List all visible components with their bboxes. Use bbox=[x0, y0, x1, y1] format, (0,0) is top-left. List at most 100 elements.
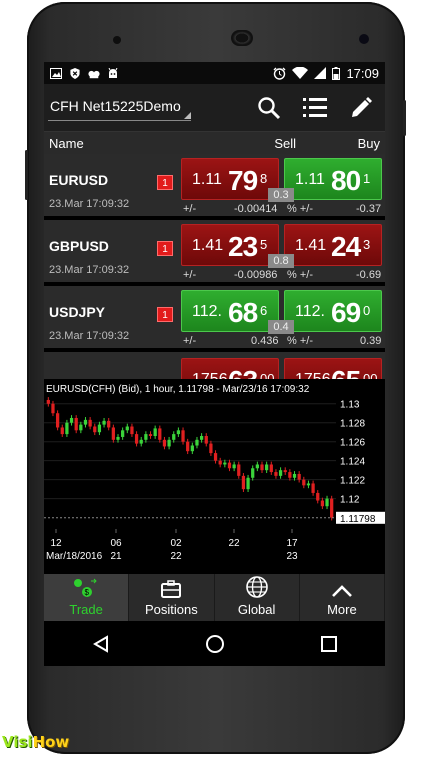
column-buy[interactable]: Buy bbox=[310, 136, 380, 151]
buy-price-prefix: 112. bbox=[295, 303, 325, 320]
candle-body bbox=[330, 498, 334, 518]
candle-body bbox=[88, 419, 92, 427]
candle-body bbox=[190, 445, 194, 452]
buy-button[interactable]: 1.11 80 1 bbox=[284, 158, 382, 200]
candle-body bbox=[153, 428, 157, 437]
pct-value: -0.69 bbox=[356, 269, 382, 281]
price-chart[interactable]: EURUSD(CFH) (Bid), 1 hour, 1.11798 - Mar… bbox=[44, 379, 385, 574]
image-icon bbox=[50, 67, 62, 79]
candle-body bbox=[130, 426, 134, 435]
tab-trade[interactable]: $ Trade bbox=[44, 574, 130, 621]
sell-button[interactable]: 1.11 79 8 bbox=[181, 158, 279, 200]
candle-body bbox=[46, 399, 50, 404]
watermark-part2: How bbox=[32, 733, 70, 751]
x-tick-sublabel: 21 bbox=[110, 551, 122, 562]
pct-value: -0.37 bbox=[356, 203, 382, 215]
y-tick-label: 1.128 bbox=[340, 419, 365, 430]
candle-body bbox=[311, 483, 315, 493]
x-tick-label: 06 bbox=[110, 538, 122, 549]
candle-body bbox=[223, 462, 227, 465]
search-button[interactable] bbox=[257, 96, 281, 120]
column-sell[interactable]: Sell bbox=[220, 136, 310, 151]
candle-body bbox=[251, 468, 255, 478]
column-headers: Name Sell Buy bbox=[44, 132, 385, 154]
buy-price-prefix: 1.41 bbox=[295, 237, 327, 254]
x-tick-label: 22 bbox=[228, 538, 240, 549]
account-selector[interactable]: CFH Net15225Demo bbox=[48, 94, 191, 121]
tab-positions[interactable]: Positions bbox=[129, 574, 215, 621]
candle-body bbox=[69, 417, 74, 423]
recents-icon[interactable] bbox=[320, 635, 338, 653]
x-tick-label: 17 bbox=[286, 538, 298, 549]
briefcase-icon bbox=[161, 580, 182, 598]
tab-trade-label: Trade bbox=[69, 602, 103, 617]
candle-body bbox=[255, 464, 259, 469]
home-icon[interactable] bbox=[205, 634, 225, 654]
quote-row-gbpusd[interactable]: GBPUSD 1 23.Mar 17:09:32 1.41 23 5 1.41 … bbox=[44, 220, 385, 284]
chart-title: EURUSD(CFH) (Bid), 1 hour, 1.11798 - Mar… bbox=[46, 384, 310, 395]
wifi-icon bbox=[292, 67, 309, 79]
candle-body bbox=[158, 428, 162, 440]
candle-body bbox=[227, 462, 232, 469]
candle-body bbox=[199, 436, 204, 440]
candle-body bbox=[195, 439, 199, 446]
column-name[interactable]: Name bbox=[49, 136, 220, 151]
edit-icon bbox=[352, 96, 372, 117]
front-camera bbox=[359, 34, 369, 44]
change-value: 0.436 bbox=[251, 335, 279, 347]
buy-price-pips: 24 bbox=[331, 231, 361, 262]
android-icon bbox=[108, 67, 118, 78]
list-button[interactable] bbox=[303, 96, 327, 120]
candle-body bbox=[269, 464, 273, 473]
power-button bbox=[403, 100, 406, 136]
candle-body bbox=[102, 420, 106, 425]
buy-button[interactable]: 112. 69 0 bbox=[284, 290, 382, 332]
sell-price-fraction: 6 bbox=[260, 303, 268, 318]
candle-body bbox=[79, 424, 83, 431]
action-bar: CFH Net15225Demo bbox=[44, 84, 385, 132]
edit-button[interactable] bbox=[349, 96, 373, 120]
candle-body bbox=[121, 430, 125, 437]
buy-price-pips: 69 bbox=[331, 297, 361, 328]
sell-price-pips: 23 bbox=[228, 231, 258, 262]
candle-body bbox=[176, 430, 181, 435]
candle-body bbox=[204, 436, 208, 444]
candle-body bbox=[292, 473, 297, 478]
candle-body bbox=[167, 439, 171, 447]
sell-price-fraction: 5 bbox=[260, 237, 268, 252]
candle-body bbox=[55, 413, 60, 428]
y-tick-label: 1.122 bbox=[340, 476, 365, 487]
candle-body bbox=[134, 434, 139, 444]
lots-badge: 1 bbox=[157, 241, 173, 256]
screen: 17:09 CFH Net15225Demo Name Sell Buy EUR… bbox=[44, 62, 385, 666]
back-icon[interactable] bbox=[92, 634, 110, 653]
signal-icon bbox=[314, 67, 327, 79]
y-tick-label: 1.126 bbox=[340, 438, 365, 449]
candle-body bbox=[144, 434, 148, 440]
candle-body bbox=[265, 464, 269, 471]
tab-more[interactable]: More bbox=[300, 574, 385, 621]
candle-body bbox=[232, 464, 236, 469]
buy-price-fraction: 1 bbox=[363, 171, 371, 186]
candlestick-chart[interactable]: EURUSD(CFH) (Bid), 1 hour, 1.11798 - Mar… bbox=[44, 379, 385, 574]
buy-price-fraction: 0 bbox=[363, 303, 371, 318]
tab-global[interactable]: Global bbox=[215, 574, 300, 621]
candle-body bbox=[237, 464, 241, 476]
list-icon bbox=[303, 97, 327, 117]
quote-time: 23.Mar 17:09:32 bbox=[49, 198, 130, 210]
symbol-label: GBPUSD bbox=[49, 238, 109, 254]
quote-row-eurusd[interactable]: EURUSD 1 23.Mar 17:09:32 1.11 79 8 1.11 … bbox=[44, 154, 385, 218]
sell-price-prefix: 1.11 bbox=[192, 171, 222, 188]
candle-body bbox=[148, 434, 153, 437]
battery-icon bbox=[332, 66, 341, 80]
sell-button[interactable]: 1.41 23 5 bbox=[181, 224, 279, 266]
pct-label: % +/- bbox=[287, 203, 313, 215]
buy-button[interactable]: 1.41 24 3 bbox=[284, 224, 382, 266]
candle-body bbox=[213, 453, 218, 461]
change-label: +/- bbox=[183, 335, 197, 347]
candle-body bbox=[274, 472, 278, 476]
candle-body bbox=[288, 472, 292, 478]
sell-button[interactable]: 112. 68 6 bbox=[181, 290, 279, 332]
candle-body bbox=[278, 470, 283, 476]
quote-row-usdjpy[interactable]: USDJPY 1 23.Mar 17:09:32 112. 68 6 112. … bbox=[44, 286, 385, 350]
